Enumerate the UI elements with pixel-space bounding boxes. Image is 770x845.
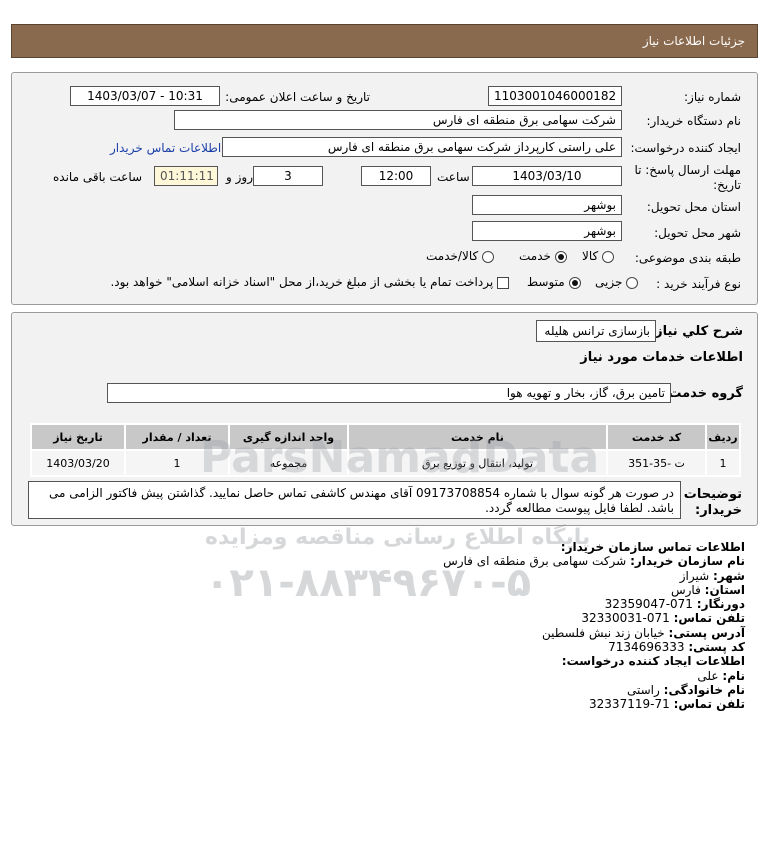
col-unit-header: واحد اندازه گیری xyxy=(228,423,349,451)
buyer-label: نام دستگاه خریدار: xyxy=(646,114,742,128)
creator-family-line: نام خانوادگی: راستی xyxy=(627,682,745,697)
creator-name-line: نام: علی xyxy=(697,668,745,683)
city-label: شهر محل تحویل: xyxy=(654,226,741,240)
category-label: طبقه بندی موضوعی: xyxy=(634,251,741,265)
category-option-goods-service[interactable]: کالا/خدمت xyxy=(426,249,495,263)
services-title: اطلاعات خدمات مورد نیاز xyxy=(580,350,743,365)
deadline-label-2: تاریخ: xyxy=(713,178,741,192)
radio-goods[interactable] xyxy=(602,250,615,263)
page-title: جزئیات اطلاعات نیاز xyxy=(642,34,745,48)
org-address-line: آدرس پستی: خیابان زند نبش فلسطین xyxy=(542,625,745,640)
service-date: 1403/03/20 xyxy=(30,449,126,477)
col-qty-header: تعداد / مقدار xyxy=(124,423,230,451)
notes-text: در صورت هر گونه سوال با شماره 0917370885… xyxy=(49,486,674,515)
category-option-service[interactable]: خدمت xyxy=(519,249,567,263)
creator-phone-line: تلفن تماس: 71-32337119 xyxy=(589,697,745,712)
days-label: روز و xyxy=(226,170,253,184)
service-code: ت -35-351 xyxy=(606,449,707,477)
radio-goods-service[interactable] xyxy=(482,250,495,263)
services-table: ردیف کد خدمت نام خدمت واحد اندازه گیری ت… xyxy=(30,423,741,477)
announce-label: تاریخ و ساعت اعلان عمومی: xyxy=(225,90,370,104)
col-name-header: نام خدمت xyxy=(347,423,608,451)
radio-minor[interactable] xyxy=(626,276,639,289)
service-group-label: گروه خدمت: xyxy=(663,386,743,401)
deadline-date-field: 1403/03/10 xyxy=(472,166,622,186)
process-option-medium[interactable]: متوسط xyxy=(527,275,581,289)
org-city-line: شهر: شیراز xyxy=(679,568,745,583)
notes-label-1: توضیحات xyxy=(683,487,742,502)
org-name-line: نام سازمان خریدار: شرکت سهامی برق منطقه … xyxy=(443,554,745,569)
deadline-label-1: مهلت ارسال پاسخ: تا xyxy=(634,163,741,177)
deadline-time-field: 12:00 xyxy=(361,166,431,186)
radio-medium[interactable] xyxy=(568,276,581,289)
creator-label: ایجاد کننده درخواست: xyxy=(630,141,741,155)
service-qty: 1 xyxy=(124,449,230,477)
province-label: استان محل تحویل: xyxy=(646,200,741,214)
page-header: جزئیات اطلاعات نیاز xyxy=(11,24,758,58)
contact-section: اطلاعات تماس سازمان خریدار: نام سازمان خ… xyxy=(443,540,745,712)
col-code-header: کد خدمت xyxy=(606,423,707,451)
org-phone-line: تلفن تماس: 071-32330031 xyxy=(581,611,745,626)
buyer-field: شرکت سهامی برق منطقه ای فارس xyxy=(174,110,622,130)
process-label: نوع فرآیند خرید : xyxy=(656,277,741,291)
service-group-field: تامین برق، گاز، بخار و تهویه هوا xyxy=(107,383,671,403)
table-row: 1 ت -35-351 تولید، انتقال و توزیع برق مج… xyxy=(30,449,741,477)
col-date-header: تاریخ نیاز xyxy=(30,423,126,451)
summary-label: شرح کلي نیاز: xyxy=(649,324,743,339)
org-contact-title: اطلاعات تماس سازمان خریدار: xyxy=(560,540,745,554)
need-info-panel xyxy=(11,72,758,305)
treasury-payment-option[interactable]: پرداخت تمام یا بخشی از مبلغ خرید،از محل … xyxy=(110,275,509,289)
org-postal-line: کد پستی: 7134696333 xyxy=(608,640,745,655)
deadline-time-label: ساعت xyxy=(437,170,470,184)
row-index: 1 xyxy=(705,449,741,477)
org-fax-line: دورنگار: 071-32359047 xyxy=(604,597,745,612)
need-number-label: شماره نیاز: xyxy=(684,90,741,104)
table-header-row: ردیف کد خدمت نام خدمت واحد اندازه گیری ت… xyxy=(30,423,741,451)
deadline-days-field: 3 xyxy=(253,166,323,186)
province-field: بوشهر xyxy=(472,195,622,215)
notes-box: در صورت هر گونه سوال با شماره 0917370885… xyxy=(28,481,681,519)
announce-field: 1403/03/07 - 10:31 xyxy=(70,86,220,106)
service-unit: مجموعه xyxy=(228,449,349,477)
summary-field: بازسازی ترانس هلیله xyxy=(536,320,656,342)
treasury-checkbox[interactable] xyxy=(497,276,509,289)
notes-label-2: خریدار: xyxy=(695,503,742,518)
creator-contact-title: اطلاعات ایجاد کننده درخواست: xyxy=(561,654,745,669)
col-row-header: ردیف xyxy=(705,423,741,451)
process-option-minor[interactable]: جزیی xyxy=(595,275,639,289)
need-number-field: 1103001046000182 xyxy=(488,86,622,106)
city-field: بوشهر xyxy=(472,221,622,241)
radio-service[interactable] xyxy=(554,250,567,263)
category-option-goods[interactable]: کالا xyxy=(582,249,615,263)
creator-field: علی راستی کارپرداز شرکت سهامی برق منطقه … xyxy=(222,137,622,157)
remaining-time-field: 01:11:11 xyxy=(154,166,218,186)
org-province-line: استان: فارس xyxy=(670,582,745,597)
service-name: تولید، انتقال و توزیع برق xyxy=(347,449,608,477)
remaining-label: ساعت باقی مانده xyxy=(53,170,143,184)
buyer-contact-link[interactable]: اطلاعات تماس خریدار xyxy=(110,141,221,155)
